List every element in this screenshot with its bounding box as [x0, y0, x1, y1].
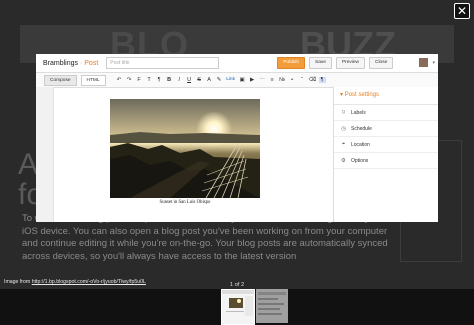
bullet-list-icon[interactable]: • [289, 77, 296, 83]
post-settings-item-label: Schedule [351, 125, 372, 132]
post-settings-panel: ▾ Post settings ⌑ Labels ◷ Schedule ⌖ Lo… [333, 87, 438, 222]
post-title-input[interactable]: Post title [106, 57, 220, 69]
post-settings-item-options[interactable]: ⚙ Options [334, 153, 438, 169]
image-counter: 1 of 2 [229, 282, 245, 288]
gear-icon: ⚙ [341, 157, 346, 164]
post-settings-title[interactable]: ▾ Post settings [334, 87, 438, 105]
underline-icon[interactable]: U [186, 77, 193, 83]
numbered-list-icon[interactable]: № [279, 77, 286, 83]
jump-break-icon[interactable]: ⋯ [259, 77, 266, 83]
text-color-icon[interactable]: A [206, 77, 213, 83]
post-settings-item-label: Location [351, 141, 370, 148]
brand-separator: · [79, 59, 83, 67]
editor-gutter [36, 87, 54, 222]
size-icon[interactable]: T [146, 77, 153, 83]
post-photo[interactable] [110, 99, 260, 198]
close-button[interactable]: Close [369, 57, 394, 69]
section-label: Post [84, 59, 99, 67]
editor-toolbar: Compose HTML ↶ ↷ F T ¶ B I U S A ✎ Link … [36, 73, 438, 88]
post-settings-item-label: Options [351, 157, 369, 164]
thumbnail-1[interactable] [221, 289, 255, 325]
chevron-down-icon[interactable]: ▾ [432, 60, 435, 66]
quote-icon[interactable]: “ [299, 77, 306, 83]
post-settings-item-location[interactable]: ⌖ Location [334, 137, 438, 153]
redo-icon[interactable]: ↷ [126, 77, 133, 83]
italic-icon[interactable]: I [176, 77, 183, 83]
close-icon[interactable]: ✕ [454, 3, 470, 19]
save-button[interactable]: Save [309, 57, 332, 69]
image-source-prefix: Image from [4, 279, 31, 285]
undo-icon[interactable]: ↶ [116, 77, 123, 83]
blog-name: Bramblings [43, 59, 79, 67]
lightbox-image: Bramblings · Post Post title Publish Sav… [36, 54, 438, 222]
highlight-icon[interactable]: ✎ [216, 77, 223, 83]
compose-mode-button[interactable]: Compose [44, 74, 77, 86]
pin-icon: ⌖ [341, 141, 346, 147]
post-settings-item-label: Labels [351, 109, 366, 116]
post-settings-item-labels[interactable]: ⌑ Labels [334, 105, 438, 121]
video-icon[interactable]: ▶ [249, 77, 256, 83]
editor-header: Bramblings · Post Post title Publish Sav… [36, 54, 438, 73]
avatar[interactable] [419, 58, 428, 67]
publish-button[interactable]: Publish [277, 57, 306, 69]
thumbnail-2[interactable] [256, 289, 288, 323]
post-content-area[interactable]: Sunset in San Luis Obispo [54, 87, 350, 222]
rtl-icon[interactable]: ¶ [318, 77, 326, 83]
thumbnail-1-image [222, 290, 254, 324]
clear-format-icon[interactable]: ⌫ [309, 77, 317, 83]
font-icon[interactable]: F [136, 77, 143, 83]
html-mode-button[interactable]: HTML [80, 74, 106, 86]
preview-button[interactable]: Preview [335, 57, 366, 69]
editor-brand: Bramblings · Post [43, 60, 98, 67]
photo-caption: Sunset in San Luis Obispo [159, 200, 211, 205]
thumbnail-2-image [256, 289, 288, 323]
post-settings-title-label: Post settings [344, 92, 380, 98]
strike-icon[interactable]: S [196, 77, 203, 83]
bold-icon[interactable]: B [166, 77, 173, 83]
clock-icon: ◷ [341, 125, 346, 132]
image-icon[interactable]: ▣ [239, 77, 246, 83]
image-source-link[interactable]: http://1.bp.blogspot.com/-oVo-r/jyuob/Tl… [32, 279, 146, 285]
tag-icon: ⌑ [342, 109, 345, 116]
post-settings-item-schedule[interactable]: ◷ Schedule [334, 121, 438, 137]
align-icon[interactable]: ≡ [269, 77, 276, 83]
formatting-tools: ↶ ↷ F T ¶ B I U S A ✎ Link ▣ ▶ ⋯ ≡ № • “… [116, 77, 326, 83]
link-icon[interactable]: Link [226, 77, 236, 83]
editor-body: Sunset in San Luis Obispo ▾ Post setting… [36, 87, 438, 222]
image-source: Image from http://1.bp.blogspot.com/-oVo… [4, 279, 146, 285]
format-icon[interactable]: ¶ [156, 77, 163, 83]
sunset-photo [110, 99, 260, 198]
